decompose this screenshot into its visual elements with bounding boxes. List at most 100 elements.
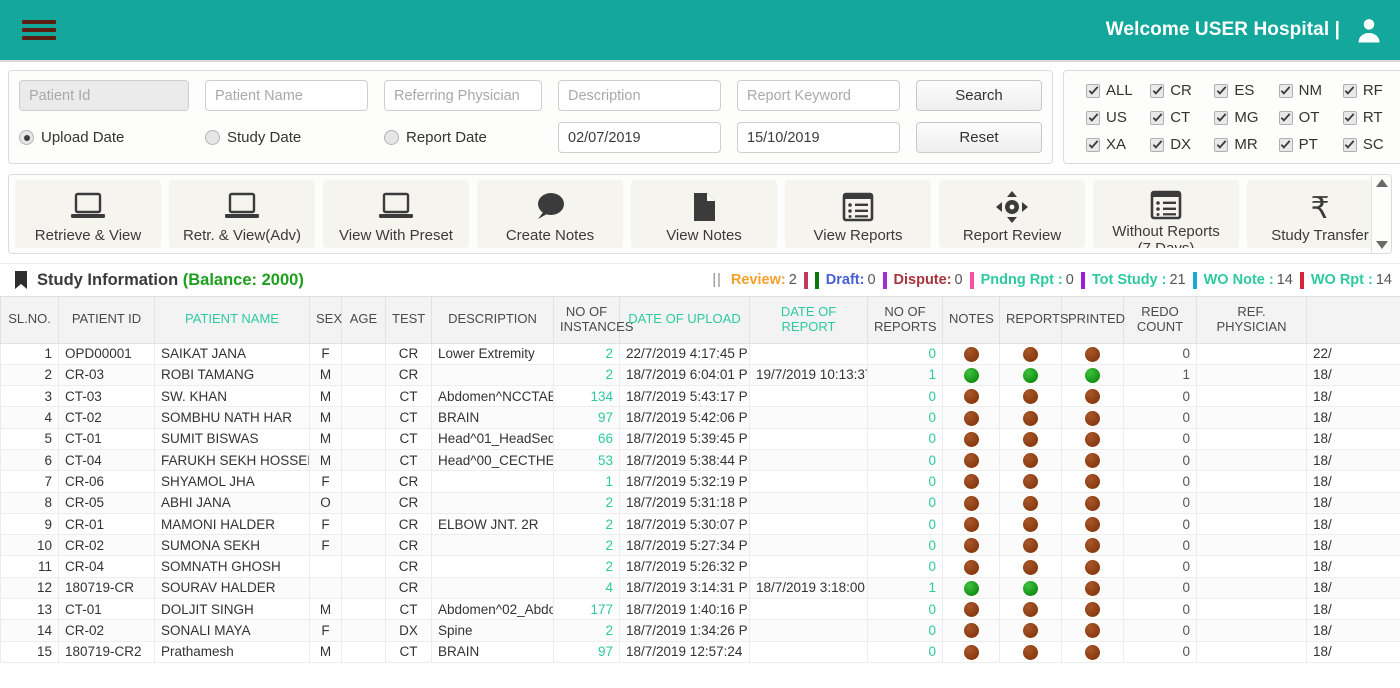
cell-notes-status[interactable] bbox=[942, 406, 1000, 429]
cell-reports-status[interactable] bbox=[999, 492, 1062, 514]
cell-notes-status[interactable] bbox=[942, 513, 1000, 536]
to-date-input[interactable] bbox=[737, 122, 900, 153]
description-input[interactable] bbox=[558, 80, 721, 111]
tool-without-reports-7-days[interactable]: Without Reports (7 Days) bbox=[1093, 180, 1239, 248]
table-row[interactable]: 11 CR-04 SOMNATH GHOSH CR 2 18/7/2019 5:26:32… bbox=[0, 555, 1400, 578]
cell-printed-status[interactable] bbox=[1061, 492, 1124, 514]
checkbox-dx[interactable]: DX bbox=[1150, 136, 1214, 153]
checkbox-xa[interactable]: XA bbox=[1086, 136, 1150, 153]
status-draft[interactable]: Draft: 0 bbox=[814, 271, 894, 289]
cell-reports-status[interactable] bbox=[999, 513, 1062, 536]
status-wo-note[interactable]: WO Note : 14 bbox=[1204, 271, 1311, 289]
checkbox-pt[interactable]: PT bbox=[1278, 136, 1343, 153]
study-table-container[interactable]: SL.NO. PATIENT ID PATIENT NAME SEX AGE T… bbox=[0, 297, 1400, 669]
search-button[interactable]: Search bbox=[916, 80, 1042, 111]
cell-printed-status[interactable] bbox=[1061, 555, 1124, 578]
status-wo-report[interactable]: WO Rpt : 14 bbox=[1311, 272, 1392, 288]
tool-view-with-preset[interactable]: View With Preset bbox=[323, 180, 469, 248]
scroll-up-arrow-icon[interactable] bbox=[1375, 179, 1388, 187]
checkbox-mr[interactable]: MR bbox=[1214, 136, 1278, 153]
cell-notes-status[interactable] bbox=[942, 598, 1000, 621]
cell-notes-status[interactable] bbox=[942, 343, 1000, 365]
cell-notes-status[interactable] bbox=[942, 492, 1000, 514]
col-extra[interactable] bbox=[1306, 297, 1400, 344]
tool-retrieve-and-view[interactable]: Retrieve & View bbox=[15, 180, 161, 248]
col-patient-id[interactable]: PATIENT ID bbox=[58, 297, 155, 344]
radio-upload-date[interactable]: Upload Date bbox=[19, 129, 189, 146]
cell-printed-status[interactable] bbox=[1061, 385, 1124, 408]
checkbox-cr[interactable]: CR bbox=[1150, 82, 1214, 99]
cell-reports-status[interactable] bbox=[999, 470, 1062, 493]
cell-reports-status[interactable] bbox=[999, 343, 1062, 365]
cell-notes-status[interactable] bbox=[942, 577, 1000, 600]
cell-reports-status[interactable] bbox=[999, 555, 1062, 578]
col-no-of-reports[interactable]: NO OF REPORTS bbox=[867, 297, 943, 344]
checkbox-es[interactable]: ES bbox=[1214, 82, 1278, 99]
table-row[interactable]: 5 CT-01 SUMIT BISWAS M CT Head^01_HeadSeq_ 66 1… bbox=[0, 428, 1400, 450]
checkbox-ot[interactable]: OT bbox=[1278, 109, 1343, 126]
cell-printed-status[interactable] bbox=[1061, 343, 1124, 365]
table-row[interactable]: 1 OPD00001 SAIKAT JANA F CR Lower Extremity 2 2… bbox=[0, 343, 1400, 365]
cell-printed-status[interactable] bbox=[1061, 513, 1124, 536]
checkbox-sc[interactable]: SC bbox=[1342, 136, 1400, 153]
table-row[interactable]: 4 CT-02 SOMBHU NATH HAR M CT BRAIN 97 18/7/2019… bbox=[0, 406, 1400, 429]
status-dispute[interactable]: Dispute: 0 bbox=[894, 271, 981, 289]
cell-notes-status[interactable] bbox=[942, 385, 1000, 408]
checkbox-rt[interactable]: RT bbox=[1342, 109, 1400, 126]
col-no-of-instances[interactable]: NO OF INSTANCES bbox=[553, 297, 633, 344]
tool-report-review[interactable]: Report Review bbox=[939, 180, 1085, 248]
cell-reports-status[interactable] bbox=[999, 449, 1062, 472]
table-row[interactable]: 13 CT-01 DOLJIT SINGH M CT Abdomen^02_Abdo 177… bbox=[0, 598, 1400, 621]
cell-reports-status[interactable] bbox=[999, 619, 1062, 642]
col-date-of-upload[interactable]: DATE OF UPLOAD bbox=[619, 297, 750, 344]
status-pending-report[interactable]: Pndng Rpt : 0 bbox=[981, 271, 1092, 289]
checkbox-mg[interactable]: MG bbox=[1214, 109, 1278, 126]
report-keyword-input[interactable] bbox=[737, 80, 900, 111]
cell-notes-status[interactable] bbox=[942, 428, 1000, 450]
col-ref-physician[interactable]: REF. PHYSICIAN bbox=[1196, 297, 1307, 344]
col-sl-no[interactable]: SL.NO. bbox=[0, 297, 59, 344]
col-reports[interactable]: REPORTS bbox=[999, 297, 1069, 344]
reset-button[interactable]: Reset bbox=[916, 122, 1042, 153]
status-review[interactable]: Review: 2 bbox=[731, 271, 815, 289]
col-date-of-report[interactable]: DATE OF REPORT bbox=[749, 297, 868, 344]
cell-printed-status[interactable] bbox=[1061, 449, 1124, 472]
cell-reports-status[interactable] bbox=[999, 406, 1062, 429]
radio-report-date[interactable]: Report Date bbox=[384, 129, 542, 146]
col-description[interactable]: DESCRIPTION bbox=[431, 297, 554, 344]
checkbox-us[interactable]: US bbox=[1086, 109, 1150, 126]
cell-notes-status[interactable] bbox=[942, 534, 1000, 557]
cell-printed-status[interactable] bbox=[1061, 364, 1124, 387]
cell-reports-status[interactable] bbox=[999, 598, 1062, 621]
cell-notes-status[interactable] bbox=[942, 641, 1000, 663]
cell-notes-status[interactable] bbox=[942, 619, 1000, 642]
table-row[interactable]: 7 CR-06 SHYAMOL JHA F CR 1 18/7/2019 5:32:19 P… bbox=[0, 470, 1400, 493]
tool-view-notes[interactable]: View Notes bbox=[631, 180, 777, 248]
tool-retrieve-and-view-adv[interactable]: Retr. & View(Adv) bbox=[169, 180, 315, 248]
checkbox-nm[interactable]: NM bbox=[1278, 82, 1343, 99]
col-patient-name[interactable]: PATIENT NAME bbox=[154, 297, 310, 344]
toolbar-scrollbar[interactable] bbox=[1371, 175, 1391, 253]
cell-reports-status[interactable] bbox=[999, 641, 1062, 663]
cell-printed-status[interactable] bbox=[1061, 598, 1124, 621]
cell-printed-status[interactable] bbox=[1061, 534, 1124, 557]
cell-reports-status[interactable] bbox=[999, 385, 1062, 408]
table-row[interactable]: 6 CT-04 FARUKH SEKH HOSSEIN M CT Head^00_CECT… bbox=[0, 449, 1400, 472]
tool-view-reports[interactable]: View Reports bbox=[785, 180, 931, 248]
table-row[interactable]: 10 CR-02 SUMONA SEKH F CR 2 18/7/2019 5:27:34 … bbox=[0, 534, 1400, 557]
table-row[interactable]: 2 CR-03 ROBI TAMANG M CR 2 18/7/2019 6:04:01 P… bbox=[0, 364, 1400, 387]
cell-printed-status[interactable] bbox=[1061, 577, 1124, 600]
tool-study-transfer[interactable]: ₹ Study Transfer bbox=[1247, 180, 1371, 248]
table-row[interactable]: 12 180719-CR SOURAV HALDER CR 4 18/7/2019 3:1… bbox=[0, 577, 1400, 600]
patient-id-input[interactable] bbox=[19, 80, 189, 111]
cell-reports-status[interactable] bbox=[999, 577, 1062, 600]
col-printed[interactable]: PRINTED bbox=[1061, 297, 1125, 344]
table-row[interactable]: 8 CR-05 ABHI JANA O CR 2 18/7/2019 5:31:18 P 0 0… bbox=[0, 492, 1400, 514]
cell-printed-status[interactable] bbox=[1061, 406, 1124, 429]
col-redo-count[interactable]: REDO COUNT bbox=[1123, 297, 1197, 344]
table-row[interactable]: 3CT-03SW. KHANM CTAbdomen^NCCTABD13418/7/… bbox=[0, 385, 1400, 408]
radio-study-date[interactable]: Study Date bbox=[205, 129, 368, 146]
cell-reports-status[interactable] bbox=[999, 428, 1062, 450]
table-row[interactable]: 15 180719-CR2 Prathamesh M CT BRAIN 97 18/7/201… bbox=[0, 641, 1400, 663]
patient-name-input[interactable] bbox=[205, 80, 368, 111]
